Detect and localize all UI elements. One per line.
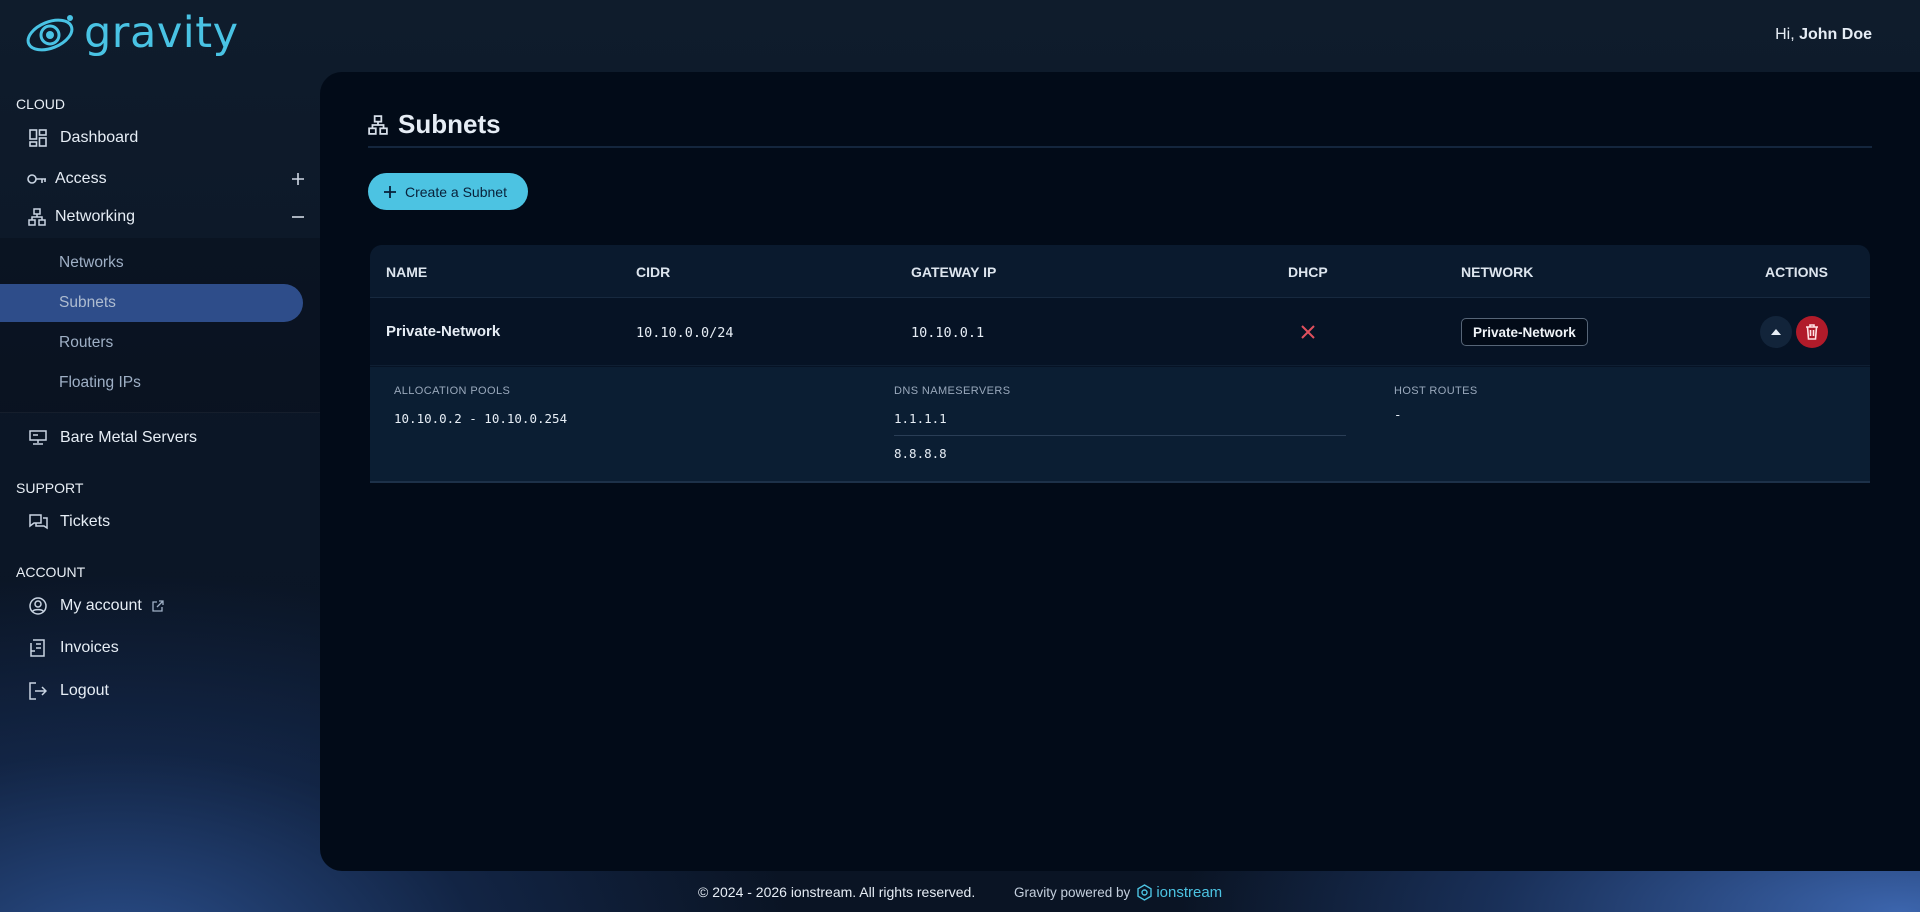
column-header-gateway-ip[interactable]: GATEWAY IP bbox=[911, 264, 996, 280]
network-badge[interactable]: Private-Network bbox=[1461, 318, 1588, 346]
main-panel: Subnets Create a Subnet NAME CIDR GATEWA… bbox=[320, 72, 1920, 871]
create-subnet-button[interactable]: Create a Subnet bbox=[368, 173, 528, 210]
dns-nameserver-1: 1.1.1.1 bbox=[894, 411, 947, 426]
sidebar-item-floating-ips[interactable]: Floating IPs bbox=[0, 364, 320, 402]
host-routes-section: HOST ROUTES - bbox=[1394, 385, 1478, 422]
subnet-gateway-ip: 10.10.0.1 bbox=[911, 325, 985, 341]
sidebar-item-label: Logout bbox=[60, 682, 109, 699]
sidebar-section-cloud: CLOUD bbox=[16, 96, 66, 112]
network-icon bbox=[27, 207, 47, 227]
dns-nameservers-label: DNS NAMESERVERS bbox=[894, 385, 1011, 397]
sidebar-item-networks[interactable]: Networks bbox=[0, 244, 320, 282]
sidebar-item-label: Bare Metal Servers bbox=[60, 429, 197, 446]
key-icon bbox=[27, 169, 47, 189]
invoice-icon bbox=[28, 638, 48, 658]
column-header-name[interactable]: NAME bbox=[386, 264, 427, 280]
caret-up-icon bbox=[1771, 329, 1781, 335]
sidebar-item-bare-metal-servers[interactable]: Bare Metal Servers bbox=[0, 419, 320, 457]
title-divider bbox=[368, 146, 1872, 148]
chat-icon bbox=[28, 512, 48, 532]
subnet-name[interactable]: Private-Network bbox=[386, 323, 500, 340]
host-routes-value: - bbox=[1394, 407, 1402, 422]
subnet-details: ALLOCATION POOLS 10.10.0.2 - 10.10.0.254… bbox=[370, 367, 1870, 483]
column-header-actions: ACTIONS bbox=[1765, 264, 1828, 280]
collapse-row-button[interactable] bbox=[1760, 316, 1792, 348]
trash-icon bbox=[1806, 324, 1818, 340]
allocation-pools-label: ALLOCATION POOLS bbox=[394, 385, 511, 397]
sidebar-item-subnets[interactable]: Subnets bbox=[0, 284, 303, 322]
app-name: gravity bbox=[84, 7, 239, 58]
powered-by-text: Gravity powered by bbox=[1014, 885, 1131, 900]
dns-nameserver-2: 8.8.8.8 bbox=[894, 446, 947, 461]
server-icon bbox=[28, 428, 48, 448]
sidebar-item-label: My account bbox=[60, 597, 142, 614]
table-row[interactable]: Private-Network 10.10.0.0/24 10.10.0.1 P… bbox=[370, 298, 1870, 366]
user-circle-icon bbox=[28, 596, 48, 616]
host-routes-label: HOST ROUTES bbox=[1394, 385, 1478, 397]
column-header-cidr[interactable]: CIDR bbox=[636, 264, 670, 280]
dns-nameservers-section: DNS NAMESERVERS 1.1.1.1 8.8.8.8 bbox=[894, 385, 1346, 461]
sidebar-item-logout[interactable]: Logout bbox=[0, 672, 320, 710]
external-link-icon bbox=[152, 600, 164, 612]
subnet-cidr: 10.10.0.0/24 bbox=[636, 325, 734, 341]
page-title-text: Subnets bbox=[398, 109, 501, 139]
sidebar-item-invoices[interactable]: Invoices bbox=[0, 629, 320, 667]
sidebar-item-tickets[interactable]: Tickets bbox=[0, 503, 320, 541]
sidebar-item-access[interactable]: Access bbox=[0, 160, 320, 198]
page-title: Subnets bbox=[368, 109, 501, 140]
expand-plus-icon[interactable] bbox=[288, 169, 308, 189]
subnets-table: NAME CIDR GATEWAY IP DHCP NETWORK ACTION… bbox=[370, 245, 1870, 483]
column-header-dhcp[interactable]: DHCP bbox=[1288, 264, 1328, 280]
collapse-minus-icon[interactable] bbox=[288, 207, 308, 227]
logout-icon bbox=[28, 681, 48, 701]
gravity-logo[interactable]: gravity bbox=[26, 10, 239, 56]
plus-icon bbox=[384, 185, 396, 198]
sidebar-section-support: SUPPORT bbox=[16, 480, 84, 496]
dashboard-icon bbox=[28, 128, 48, 148]
delete-subnet-button[interactable] bbox=[1796, 316, 1828, 348]
greeting-text: Hi, bbox=[1775, 26, 1795, 43]
sidebar-item-label: Invoices bbox=[60, 639, 119, 656]
allocation-pools-section: ALLOCATION POOLS 10.10.0.2 - 10.10.0.254 bbox=[394, 385, 567, 426]
sidebar-item-label: Networking bbox=[55, 208, 136, 225]
table-header: NAME CIDR GATEWAY IP DHCP NETWORK ACTION… bbox=[370, 245, 1870, 298]
sidebar-item-label: Dashboard bbox=[60, 129, 139, 146]
ionstream-brand-text: ionstream bbox=[1156, 884, 1223, 901]
gravity-orbit-icon bbox=[26, 15, 74, 52]
column-header-network[interactable]: NETWORK bbox=[1461, 264, 1533, 280]
sidebar-item-routers[interactable]: Routers bbox=[0, 324, 320, 362]
sidebar-item-label: Access bbox=[55, 170, 107, 187]
networking-submenu: Networks Subnets Routers Floating IPs bbox=[0, 238, 320, 413]
subnets-icon bbox=[368, 114, 388, 135]
dhcp-disabled-icon bbox=[1300, 324, 1316, 344]
sidebar-item-my-account[interactable]: My account bbox=[0, 587, 320, 625]
sidebar-item-label: Tickets bbox=[60, 513, 111, 530]
ionstream-icon bbox=[1137, 884, 1153, 901]
powered-by: Gravity powered by ionstream bbox=[1014, 884, 1222, 901]
create-subnet-label: Create a Subnet bbox=[405, 183, 507, 200]
sidebar-item-networking[interactable]: Networking bbox=[0, 198, 320, 236]
user-greeting: Hi, John Doe bbox=[1775, 26, 1872, 44]
sidebar: CLOUD Dashboard Access Networking Networ… bbox=[0, 95, 320, 710]
sidebar-section-account: ACCOUNT bbox=[16, 564, 86, 580]
sidebar-item-dashboard[interactable]: Dashboard bbox=[0, 119, 320, 157]
user-name[interactable]: John Doe bbox=[1799, 26, 1872, 43]
dns-divider bbox=[894, 435, 1346, 436]
footer: © 2024 - 2026 ionstream. All rights rese… bbox=[0, 871, 1920, 912]
ionstream-logo[interactable]: ionstream bbox=[1136, 884, 1222, 901]
allocation-pools-value: 10.10.0.2 - 10.10.0.254 bbox=[394, 411, 568, 426]
copyright-text: © 2024 - 2026 ionstream. All rights rese… bbox=[698, 884, 976, 900]
